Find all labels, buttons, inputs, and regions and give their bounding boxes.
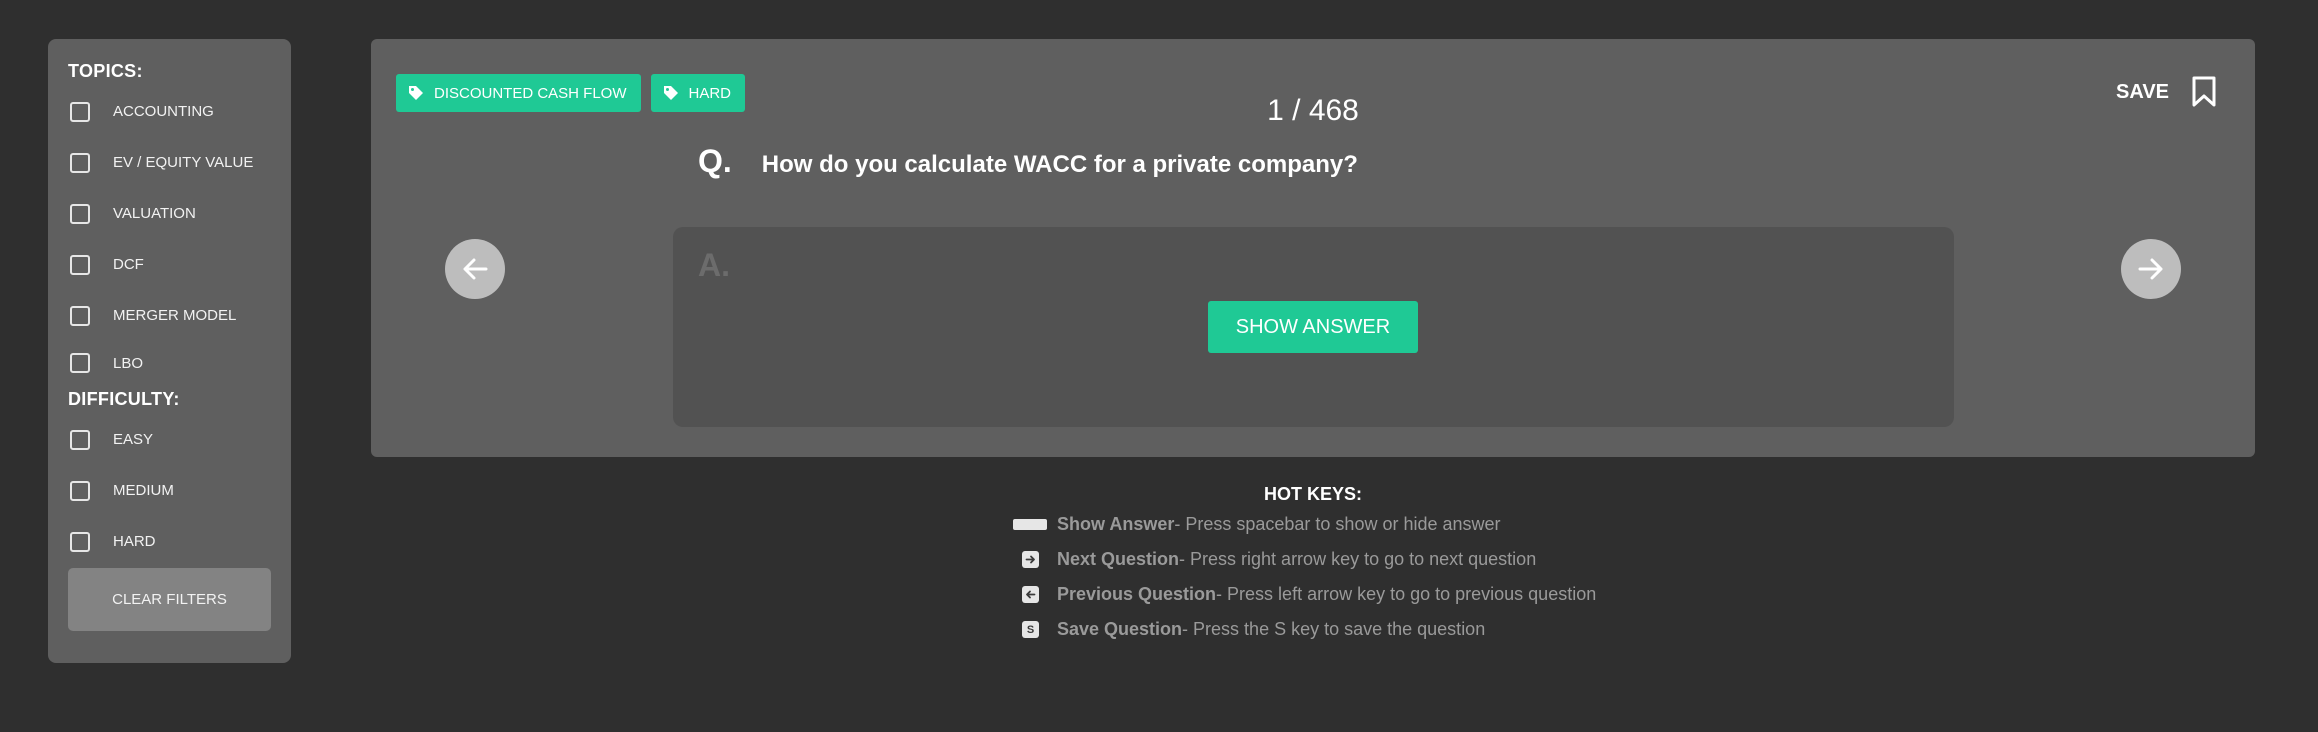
filter-label: ACCOUNTING [113,103,214,120]
topics-title: TOPICS: [68,61,143,81]
next-question-button[interactable] [2121,239,2181,299]
save-button[interactable]: SAVE [2116,76,2217,108]
tag-label: DISCOUNTED CASH FLOW [434,84,627,102]
tag-list: DISCOUNTED CASH FLOW HARD [396,74,746,112]
filter-difficulty-hard[interactable]: HARD [68,516,271,567]
hotkey-save-question: S Save Question - Press the S key to sav… [1013,619,1485,640]
answer-mark: A. [698,247,730,283]
filter-difficulty-easy[interactable]: EASY [68,414,271,465]
filter-difficulty-medium[interactable]: MEDIUM [68,465,271,516]
hotkey-desc: - Press right arrow key to go to next qu… [1179,549,1537,569]
clear-filters-button[interactable]: CLEAR FILTERS [68,568,271,631]
tag-icon [409,86,423,100]
checkbox[interactable] [70,101,90,122]
checkbox[interactable] [70,429,90,450]
difficulty-title: DIFFICULTY: [68,389,180,409]
checkbox[interactable] [70,353,90,373]
hotkey-name: Next Question [1057,549,1180,569]
arrow-right-icon [2138,258,2163,280]
filter-topic-valuation[interactable]: VALUATION [68,188,271,239]
filter-label: HARD [113,533,156,550]
hotkey-name: Save Question [1057,619,1183,639]
checkbox[interactable] [70,254,90,275]
answer-box: A. SHOW ANSWER [673,227,1954,427]
filter-label: EV / EQUITY VALUE [113,154,254,171]
spacebar-icon [1013,519,1047,530]
question-mark: Q. [698,143,732,179]
s-key-icon: S [1022,621,1039,638]
filter-label: MERGER MODEL [113,307,237,324]
hotkey-desc: - Press left arrow key to go to previous… [1216,584,1597,604]
save-label: SAVE [2116,80,2169,103]
hotkey-icon-wrap: S [1013,621,1057,638]
checkbox[interactable] [70,203,90,224]
hotkey-desc: - Press the S key to save the question [1182,619,1486,639]
difficulty-list: EASY MEDIUM HARD [68,414,271,567]
filter-label: LBO [113,354,144,372]
filter-topic-dcf[interactable]: DCF [68,239,271,290]
tag-discounted-cash-flow[interactable]: DISCOUNTED CASH FLOW [396,74,641,112]
show-answer-button[interactable]: SHOW ANSWER [1208,301,1418,353]
hotkey-show-answer: Show Answer - Press spacebar to show or … [1013,514,1501,535]
hotkey-next-question: Next Question - Press right arrow key to… [1013,549,1536,570]
filter-topic-accounting[interactable]: ACCOUNTING [68,86,271,137]
question-card: DISCOUNTED CASH FLOW HARD 1 / 468 SAVE Q… [371,39,2255,457]
filter-sidebar: TOPICS: ACCOUNTING EV / EQUITY VALUE VAL… [48,39,291,663]
hotkey-name: Previous Question [1057,584,1217,604]
hotkeys-title: HOT KEYS: [1263,484,1363,504]
hotkey-desc: - Press spacebar to show or hide answer [1174,514,1501,534]
hotkey-name: Show Answer [1057,514,1175,534]
arrow-left-icon [463,258,488,280]
bookmark-icon [2192,76,2216,107]
question-row: Q. How do you calculate WACC for a priva… [698,143,1358,180]
tag-hard[interactable]: HARD [650,74,746,112]
arrow-right-key-icon [1022,551,1039,568]
checkbox[interactable] [70,480,90,501]
hotkey-icon-wrap [1013,551,1057,568]
filter-label: DCF [113,256,144,273]
filter-label: MEDIUM [113,482,174,499]
checkbox[interactable] [70,531,90,552]
filter-topic-merger-model[interactable]: MERGER MODEL [68,290,271,341]
question-counter: 1 / 468 [1267,94,1359,127]
filter-topic-ev-equity-value[interactable]: EV / EQUITY VALUE [68,137,271,188]
tag-icon [663,86,678,100]
topics-list: ACCOUNTING EV / EQUITY VALUE VALUATION D… [68,86,271,385]
previous-question-button[interactable] [445,239,505,299]
filter-label: EASY [113,431,154,448]
filter-topic-lbo[interactable]: LBO [68,341,271,385]
hotkey-icon-wrap [1013,586,1057,603]
checkbox[interactable] [70,305,90,326]
question-text: How do you calculate WACC for a private … [761,151,1358,178]
checkbox[interactable] [70,152,90,173]
arrow-left-key-icon [1022,586,1039,603]
hotkey-previous-question: Previous Question - Press left arrow key… [1013,584,1596,605]
hotkey-icon-wrap [1013,519,1057,530]
filter-label: VALUATION [113,205,196,222]
tag-label: HARD [688,84,732,102]
